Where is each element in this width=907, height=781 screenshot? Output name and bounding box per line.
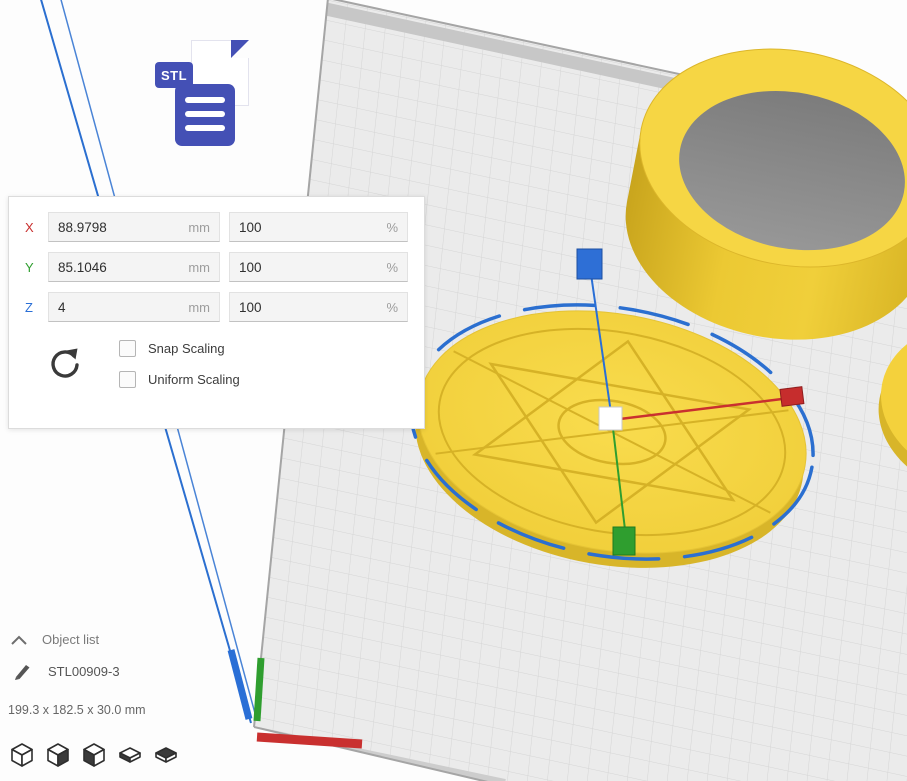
object-list-title: Object list bbox=[42, 632, 99, 647]
axis-y-label: Y bbox=[25, 260, 39, 275]
scale-y-mm-value: 85.1046 bbox=[58, 260, 107, 275]
pencil-icon bbox=[14, 662, 32, 680]
view-top-icon[interactable] bbox=[80, 740, 108, 768]
gizmo-center-handle[interactable] bbox=[599, 407, 622, 430]
scale-z-mm-field[interactable]: 4 mm bbox=[48, 292, 220, 322]
snap-scaling-option[interactable]: Snap Scaling bbox=[119, 340, 240, 357]
scale-options: Snap Scaling Uniform Scaling bbox=[9, 340, 424, 388]
file-lines-shape bbox=[175, 84, 235, 146]
scale-y-percent-value: 100 bbox=[239, 260, 262, 275]
uniform-scaling-option[interactable]: Uniform Scaling bbox=[119, 371, 240, 388]
object-list-header[interactable]: Object list bbox=[10, 632, 99, 647]
scale-row-z: Z 4 mm 100 % bbox=[25, 292, 408, 322]
view-front-icon[interactable] bbox=[44, 740, 72, 768]
chevron-up-icon bbox=[10, 634, 28, 646]
object-list-item[interactable]: STL00909-3 bbox=[14, 662, 120, 680]
scale-z-percent-field[interactable]: 100 % bbox=[229, 292, 408, 322]
viewport-3d[interactable]: STL X 88.9798 mm 100 % Y 85.1046 mm 100 … bbox=[0, 0, 907, 781]
stl-badge: STL bbox=[155, 62, 193, 88]
scale-y-mm-unit: mm bbox=[188, 260, 210, 275]
scale-z-mm-unit: mm bbox=[188, 300, 210, 315]
gizmo-z-handle[interactable] bbox=[577, 249, 602, 279]
axis-z-label: Z bbox=[25, 300, 39, 315]
scale-row-y: Y 85.1046 mm 100 % bbox=[25, 252, 408, 282]
scale-z-percent-value: 100 bbox=[239, 300, 262, 315]
axis-x-label: X bbox=[25, 220, 39, 235]
object-name: STL00909-3 bbox=[48, 664, 120, 679]
scale-y-mm-field[interactable]: 85.1046 mm bbox=[48, 252, 220, 282]
gizmo-x-handle[interactable] bbox=[780, 387, 804, 407]
snap-scaling-checkbox[interactable] bbox=[119, 340, 136, 357]
stl-file-icon[interactable]: STL bbox=[155, 38, 251, 148]
scale-z-percent-unit: % bbox=[386, 300, 398, 315]
view-right-icon[interactable] bbox=[152, 740, 180, 768]
view-3d-icon[interactable] bbox=[8, 740, 36, 768]
gizmo-y-handle[interactable] bbox=[613, 527, 635, 555]
scale-row-x: X 88.9798 mm 100 % bbox=[25, 212, 408, 242]
snap-scaling-label: Snap Scaling bbox=[148, 341, 225, 356]
scale-x-percent-field[interactable]: 100 % bbox=[229, 212, 408, 242]
scale-x-mm-value: 88.9798 bbox=[58, 220, 107, 235]
uniform-scaling-label: Uniform Scaling bbox=[148, 372, 240, 387]
view-mode-toolbar bbox=[8, 740, 180, 768]
uniform-scaling-checkbox[interactable] bbox=[119, 371, 136, 388]
scale-tool-panel: X 88.9798 mm 100 % Y 85.1046 mm 100 % Z bbox=[8, 196, 425, 429]
scale-y-percent-field[interactable]: 100 % bbox=[229, 252, 408, 282]
scale-x-percent-unit: % bbox=[386, 220, 398, 235]
object-dimensions: 199.3 x 182.5 x 30.0 mm bbox=[8, 703, 146, 717]
reset-scale-button[interactable] bbox=[9, 346, 119, 382]
scale-y-percent-unit: % bbox=[386, 260, 398, 275]
scale-x-percent-value: 100 bbox=[239, 220, 262, 235]
scale-x-mm-field[interactable]: 88.9798 mm bbox=[48, 212, 220, 242]
scale-z-mm-value: 4 bbox=[58, 300, 66, 315]
view-left-icon[interactable] bbox=[116, 740, 144, 768]
page-fold-corner bbox=[231, 40, 249, 58]
scale-x-mm-unit: mm bbox=[188, 220, 210, 235]
reset-arrow-icon bbox=[46, 346, 82, 382]
